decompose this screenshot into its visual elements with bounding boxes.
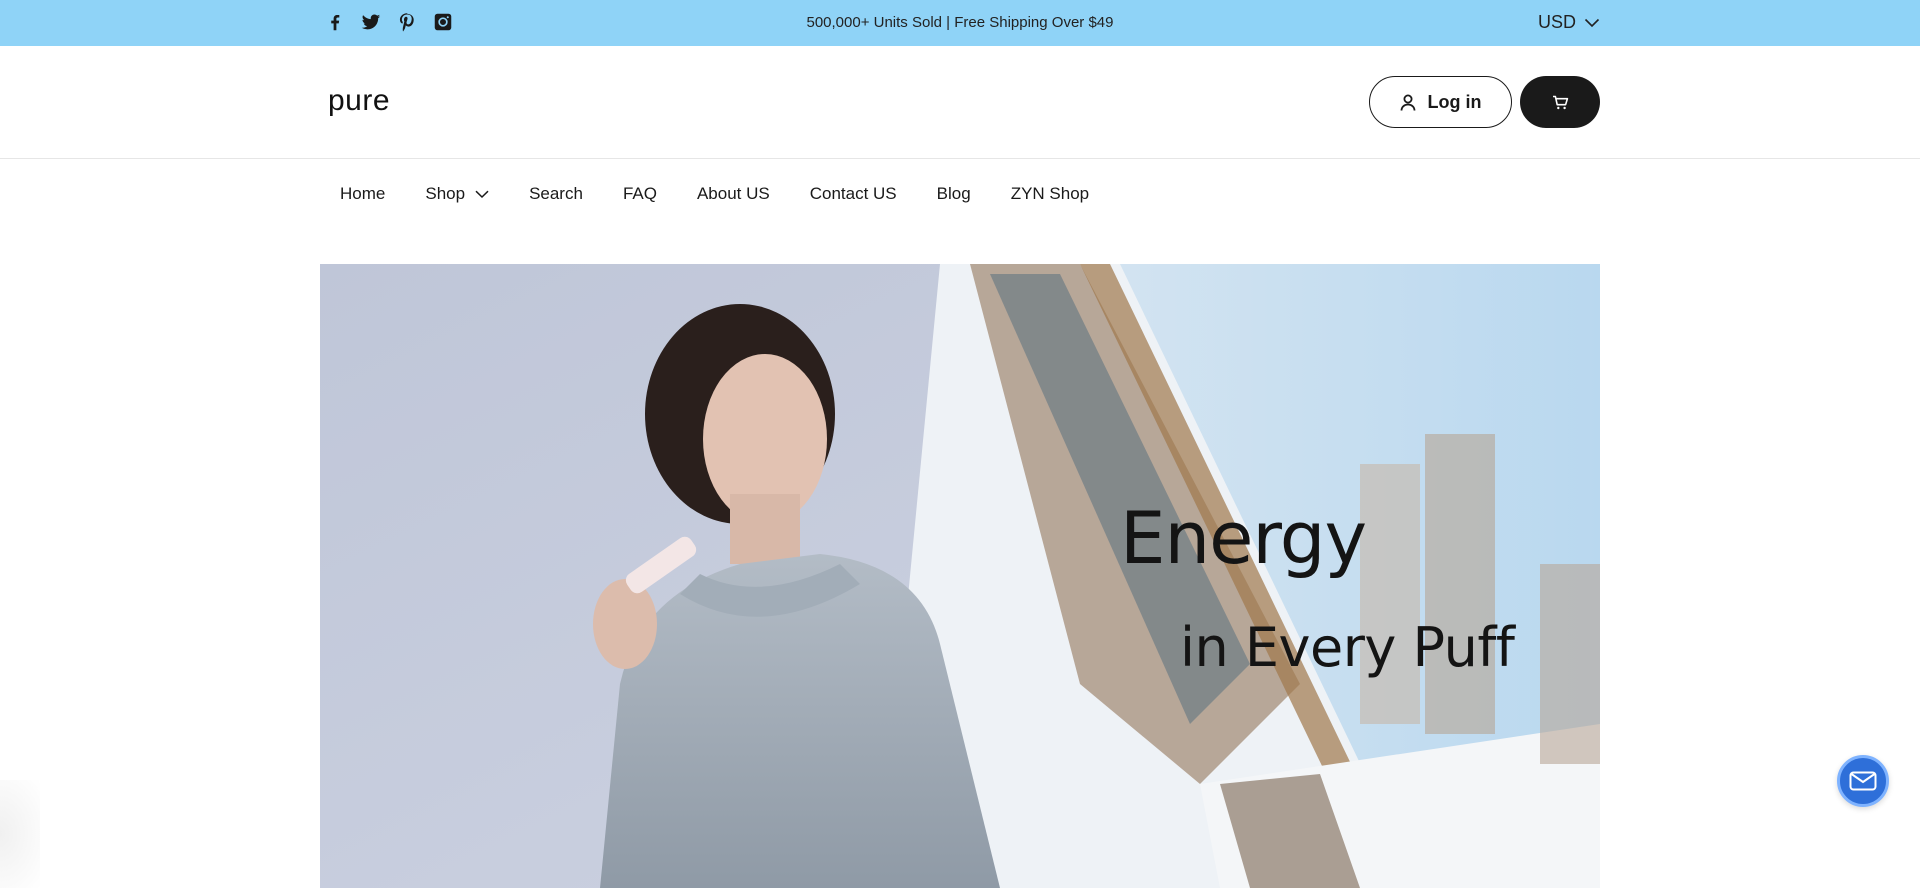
nav-item-label: Shop (425, 184, 466, 203)
hero-image (320, 264, 1600, 888)
main-nav: Home Shop Search FAQ About US Contact US… (320, 172, 1109, 216)
left-edge-shadow (0, 780, 40, 888)
nav-item-label: Contact US (809, 184, 897, 203)
nav-item-shop[interactable]: Shop (405, 172, 509, 216)
site-logo[interactable]: pure (328, 84, 390, 118)
hero-title: Energy (1120, 496, 1367, 580)
login-button[interactable]: Log in (1369, 76, 1512, 128)
nav-item-label: ZYN Shop (1010, 184, 1090, 203)
nav-item-contact[interactable]: Contact US (790, 172, 917, 216)
site-header: pure Log in (0, 46, 1920, 159)
nav-item-label: Blog (936, 184, 971, 203)
nav-item-label: Search (529, 184, 583, 203)
nav-item-label: Home (340, 184, 386, 203)
nav-item-label: FAQ (622, 184, 657, 203)
announcement-bar: 500,000+ Units Sold | Free Shipping Over… (0, 0, 1920, 46)
nav-item-about[interactable]: About US (677, 172, 790, 216)
nav-item-zyn-shop[interactable]: ZYN Shop (991, 172, 1109, 216)
cart-button[interactable] (1520, 76, 1600, 128)
chevron-down-icon (1584, 18, 1600, 27)
nav-item-home[interactable]: Home (320, 172, 405, 216)
mail-icon (1849, 771, 1877, 791)
nav-item-blog[interactable]: Blog (917, 172, 991, 216)
nav-item-faq[interactable]: FAQ (603, 172, 677, 216)
cart-icon (1552, 95, 1568, 109)
nav-item-search[interactable]: Search (509, 172, 603, 216)
login-label: Log in (1427, 91, 1482, 112)
nav-item-label: About US (696, 184, 770, 203)
hero-banner[interactable]: Energy in Every Puff (320, 264, 1600, 888)
chevron-down-icon (475, 190, 489, 198)
hero-subtitle: in Every Puff (1180, 616, 1515, 679)
chat-button[interactable] (1837, 755, 1889, 807)
currency-selector[interactable]: USD (1538, 12, 1600, 33)
announcement-text: 500,000+ Units Sold | Free Shipping Over… (806, 14, 1114, 31)
user-icon (1400, 94, 1415, 111)
currency-label: USD (1538, 12, 1577, 32)
